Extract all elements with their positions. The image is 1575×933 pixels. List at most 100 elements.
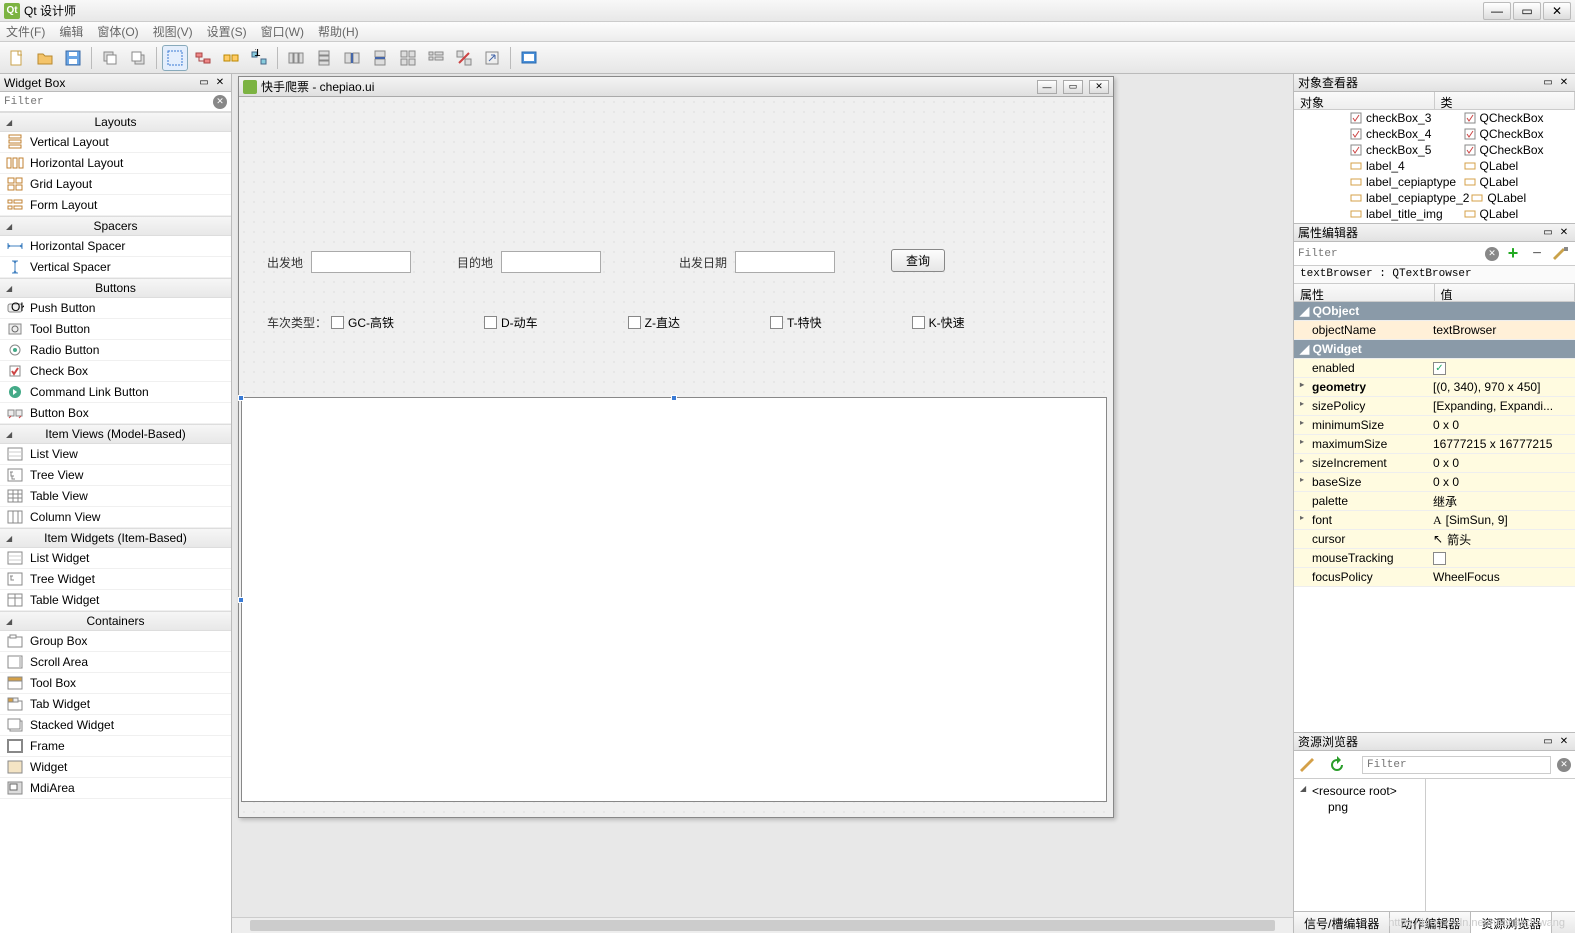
property-value[interactable]: 0 x 0 [1429,456,1575,470]
obj-col-class[interactable]: 类 [1435,92,1575,109]
menu-form[interactable]: 窗体(O) [97,23,138,40]
edit-buddies-button[interactable] [218,45,244,71]
menu-view[interactable]: 视图(V) [153,23,193,40]
new-file-button[interactable] [4,45,30,71]
remove-property-icon[interactable]: − [1527,244,1547,264]
tab-action-editor[interactable]: 动作编辑器 [1390,912,1471,933]
property-group[interactable]: ◢ QObject [1294,302,1575,321]
widget-item[interactable]: Tab Widget [0,694,231,715]
property-row[interactable]: mouseTracking [1294,549,1575,568]
object-tree[interactable]: checkBox_3QCheckBoxcheckBox_4QCheckBoxch… [1294,110,1575,223]
property-row[interactable]: baseSize0 x 0 [1294,473,1575,492]
property-row[interactable]: palette继承 [1294,492,1575,511]
close-panel-icon[interactable]: ✕ [1557,226,1571,240]
property-row[interactable]: minimumSize0 x 0 [1294,416,1575,435]
widget-item[interactable]: Scroll Area [0,652,231,673]
widget-item[interactable]: Horizontal Layout [0,153,231,174]
mdi-max-button[interactable]: ▭ [1063,80,1083,94]
widget-item[interactable]: Column View [0,507,231,528]
widget-item[interactable]: List Widget [0,548,231,569]
widget-item[interactable]: Check Box [0,361,231,382]
query-button[interactable]: 查询 [891,249,945,272]
property-group[interactable]: ◢ QWidget [1294,340,1575,359]
object-row[interactable]: label_cepiaptypeQLabel [1294,174,1575,190]
checkbox-k[interactable]: K-快速 [912,314,965,331]
property-value[interactable] [1429,552,1575,565]
layout-vertical-button[interactable] [311,45,337,71]
edit-widgets-button[interactable] [162,45,188,71]
checkbox-z[interactable]: Z-直达 [628,314,680,331]
widget-item[interactable]: Tool Button [0,319,231,340]
widget-box-filter[interactable]: ✕ [0,92,231,112]
widget-item[interactable]: Grid Layout [0,174,231,195]
widget-item[interactable]: Table View [0,486,231,507]
horizontal-scrollbar[interactable] [232,917,1293,933]
property-value[interactable]: WheelFocus [1429,570,1575,584]
widget-category[interactable]: Item Widgets (Item-Based) [0,528,231,548]
checkbox-gc[interactable]: GC-高铁 [331,314,394,331]
widget-item[interactable]: Frame [0,736,231,757]
widget-item[interactable]: Vertical Layout [0,132,231,153]
mdi-close-button[interactable]: ✕ [1089,80,1109,94]
layout-form-button[interactable] [423,45,449,71]
property-row[interactable]: objectNametextBrowser [1294,321,1575,340]
widget-item[interactable]: Group Box [0,631,231,652]
edit-signals-button[interactable] [190,45,216,71]
resource-tree[interactable]: <resource root> png [1294,779,1426,911]
adjust-size-button[interactable] [479,45,505,71]
object-row[interactable]: label_4QLabel [1294,158,1575,174]
clear-filter-icon[interactable]: ✕ [1557,758,1571,772]
prop-col-name[interactable]: 属性 [1294,284,1435,301]
property-row[interactable]: fontA [SimSun, 9] [1294,511,1575,530]
textbrowser-widget[interactable] [241,397,1107,802]
form-canvas[interactable]: 出发地 目的地 出发日期 查询 车次类型： [239,97,1113,817]
layout-vsplit-button[interactable] [367,45,393,71]
checkbox-d[interactable]: D-动车 [484,314,538,331]
input-depart[interactable] [311,251,411,273]
widget-item[interactable]: Widget [0,757,231,778]
add-property-icon[interactable]: + [1503,244,1523,264]
widget-item[interactable]: Tool Box [0,673,231,694]
widget-item[interactable]: Button Box [0,403,231,424]
widget-item[interactable]: Horizontal Spacer [0,236,231,257]
save-button[interactable] [60,45,86,71]
send-back-button[interactable] [97,45,123,71]
undock-icon[interactable]: ▭ [1541,735,1555,749]
property-row[interactable]: geometry[(0, 340), 970 x 450] [1294,378,1575,397]
property-value[interactable]: textBrowser [1429,323,1575,337]
input-date[interactable] [735,251,835,273]
property-value[interactable]: A [SimSun, 9] [1429,513,1575,528]
layout-hsplit-button[interactable] [339,45,365,71]
widget-item[interactable]: Tree View [0,465,231,486]
widget-list[interactable]: LayoutsVertical LayoutHorizontal LayoutG… [0,112,231,933]
property-row[interactable]: sizeIncrement0 x 0 [1294,454,1575,473]
property-value[interactable]: ✓ [1429,362,1575,375]
resource-root-node[interactable]: <resource root> [1298,783,1421,799]
property-value[interactable]: 0 x 0 [1429,418,1575,432]
property-value[interactable]: [Expanding, Expandi... [1429,399,1575,413]
property-row[interactable]: sizePolicy[Expanding, Expandi... [1294,397,1575,416]
obj-col-object[interactable]: 对象 [1294,92,1435,109]
widget-item[interactable]: Vertical Spacer [0,257,231,278]
config-icon[interactable] [1551,244,1571,264]
widget-item[interactable]: Form Layout [0,195,231,216]
widget-item[interactable]: OKPush Button [0,298,231,319]
bring-front-button[interactable] [125,45,151,71]
object-row[interactable]: label_title_imgQLabel [1294,206,1575,222]
widget-filter-input[interactable] [4,96,213,108]
menu-file[interactable]: 文件(F) [6,23,45,40]
tab-resource-browser[interactable]: 资源浏览器 [1471,912,1552,933]
break-layout-button[interactable] [451,45,477,71]
property-value[interactable]: 0 x 0 [1429,475,1575,489]
object-row[interactable]: checkBox_5QCheckBox [1294,142,1575,158]
menu-edit[interactable]: 编辑 [59,23,83,40]
layout-horizontal-button[interactable] [283,45,309,71]
mdi-min-button[interactable]: — [1037,80,1057,94]
widget-item[interactable]: Command Link Button [0,382,231,403]
property-row[interactable]: enabled✓ [1294,359,1575,378]
widget-item[interactable]: Tree Widget [0,569,231,590]
property-value[interactable]: ↖ 箭头 [1429,531,1575,548]
tab-signal-slot[interactable]: 信号/槽编辑器 [1294,912,1390,933]
widget-item[interactable]: Table Widget [0,590,231,611]
property-row[interactable]: cursor↖ 箭头 [1294,530,1575,549]
